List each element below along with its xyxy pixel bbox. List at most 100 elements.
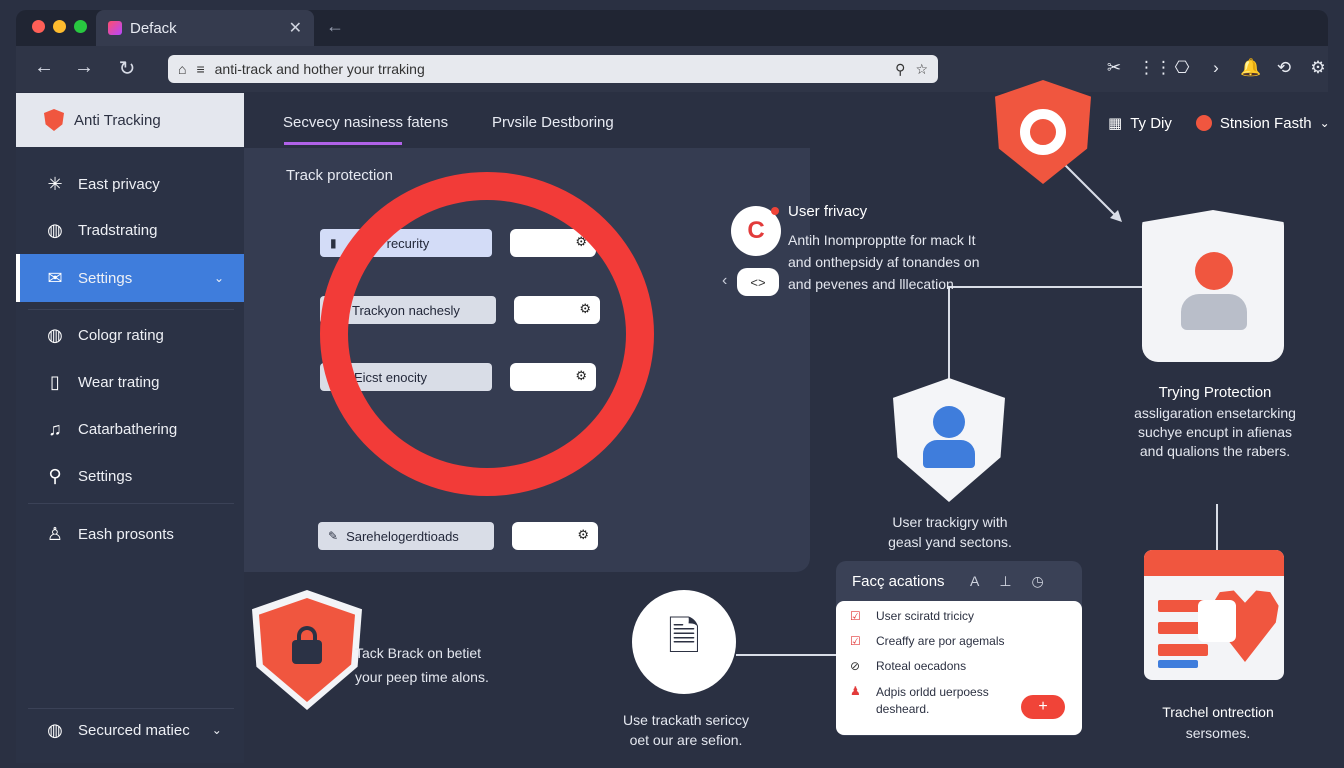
active-tab-indicator xyxy=(284,142,402,145)
shield-icon xyxy=(44,109,64,131)
sidebar-footer-select[interactable]: ◍ Securced matiec ⌄ xyxy=(16,706,244,754)
chevron-left-icon[interactable]: ‹ xyxy=(722,272,727,290)
sidebar-divider xyxy=(28,309,234,310)
url-text[interactable]: anti-track and hother your trraking xyxy=(215,61,886,77)
sync-icon[interactable]: ⟲ xyxy=(1274,58,1294,78)
tab-back-icon[interactable]: ← xyxy=(326,16,344,37)
window-controls xyxy=(32,20,87,33)
privacy-title: User frivacy xyxy=(788,203,868,220)
status-dot-icon xyxy=(1195,115,1212,131)
sidebar-item-settings-active[interactable]: ✉ Settings ⌄ xyxy=(16,254,244,302)
user-tracking-caption: User trackigry with geasl yand sectons. xyxy=(860,512,1040,552)
home-icon[interactable]: ⌂ xyxy=(178,61,186,77)
gear-icon: ⚙ xyxy=(577,527,589,542)
star-icon[interactable]: ☆ xyxy=(915,61,928,78)
browser-tab[interactable]: Defack ✕ xyxy=(96,10,314,46)
close-window-button[interactable] xyxy=(32,20,45,33)
tab-security-features[interactable]: Secvecy nasiness fatens xyxy=(283,114,448,131)
sidebar-item-label: Cologr rating xyxy=(78,326,164,344)
scissors-icon[interactable]: ✂ xyxy=(1104,58,1124,78)
privacy-line: and onthepsidy af tonandes on xyxy=(788,254,980,270)
sidebar-footer-label: Securced matiec xyxy=(78,721,190,739)
chevron-down-icon[interactable]: ⌄ xyxy=(1320,116,1330,130)
list-item[interactable]: ☑ User sciratd tricicy xyxy=(850,609,1068,634)
list-item-label: Creaffy are por agemals xyxy=(876,634,1005,648)
list-item[interactable]: ☑ Creaffy are por agemals xyxy=(850,634,1068,659)
caption-line: Use trackath sericcy xyxy=(622,712,750,728)
chevron-down-icon[interactable]: ⌄ xyxy=(214,271,224,285)
arrow-connector xyxy=(1063,163,1122,222)
chevron-right-icon[interactable]: › xyxy=(1206,58,1226,78)
gear-icon[interactable]: ⚙ xyxy=(1308,58,1328,78)
tab-profile-dashboard[interactable]: Prvsile Destboring xyxy=(492,114,614,131)
header-right-label[interactable]: Ty Diy xyxy=(1130,115,1172,132)
grid-icon[interactable]: ⋮⋮ xyxy=(1138,58,1172,78)
code-toggle-pill[interactable]: <> xyxy=(737,268,779,296)
user-body-icon xyxy=(923,440,975,468)
setting-row-downloads: ✎ Sarehelogerdtioads ⚙ xyxy=(318,522,598,550)
back-button[interactable]: ← xyxy=(31,56,57,79)
checkbox-icon[interactable]: ☑ xyxy=(850,609,864,623)
flag-icon: ▮ xyxy=(330,236,337,250)
person-icon: ♙ xyxy=(46,523,64,544)
session-select[interactable]: Stnsion Fasth xyxy=(1220,115,1312,132)
clock-icon[interactable]: ◷ xyxy=(1032,573,1044,590)
magnifier-icon: ⚲ xyxy=(48,465,62,486)
tracker-card-header xyxy=(1144,550,1284,576)
avatar-head-icon xyxy=(1195,252,1233,290)
tracker-caption-title: Trachel ontrection xyxy=(1162,704,1274,720)
trying-line: suchye encupt in afienas xyxy=(1137,424,1293,440)
sidebar-item-tradstrating[interactable]: ◍ Tradstrating xyxy=(16,206,244,254)
field-label: Sarehelogerdtioads xyxy=(346,528,459,544)
sidebar-item-label: Wear trating xyxy=(78,373,160,391)
sidebar-item-catarbathering[interactable]: ♫ Catarbathering xyxy=(16,405,244,453)
caption-line: Tack Brack on betiet xyxy=(355,645,482,661)
list-item-line: desheard. xyxy=(876,702,930,716)
bag-icon[interactable]: ⎔ xyxy=(1172,58,1192,78)
connector-line xyxy=(1216,504,1218,550)
sidebar-item-east-privacy[interactable]: ✳ East privacy xyxy=(16,160,244,208)
share-icon[interactable]: ⚲ xyxy=(895,61,905,78)
maximize-window-button[interactable] xyxy=(74,20,87,33)
sidebar-header[interactable]: Anti Tracking xyxy=(16,93,244,147)
tab-close-icon[interactable]: ✕ xyxy=(289,18,302,38)
document-caption: Use trackath sericcy oet our are sefion. xyxy=(596,710,776,750)
caption-line: your peep time alons. xyxy=(355,669,489,685)
connector-line xyxy=(948,286,950,382)
caption-line: oet our are sefion. xyxy=(629,732,743,748)
sidebar-item-cologr-rating[interactable]: ◍ Cologr rating xyxy=(16,311,244,359)
add-button[interactable]: + xyxy=(1021,695,1065,719)
header-right: ▦ Ty Diy Stnsion Fasth ⌄ xyxy=(1108,114,1330,133)
checkbox-icon[interactable]: ☑ xyxy=(850,634,864,648)
bell-icon[interactable]: 🔔 xyxy=(1240,58,1261,78)
forward-button[interactable]: → xyxy=(71,56,97,79)
list-item-line: Adpis orldd uerpoess xyxy=(876,685,989,699)
sidebar-divider xyxy=(28,503,234,504)
grid-icon: ▦ xyxy=(1108,115,1123,132)
pencil-icon: ✎ xyxy=(328,529,339,543)
chevron-down-icon[interactable]: ⌄ xyxy=(212,723,222,737)
trying-title: Trying Protection xyxy=(1158,384,1272,401)
url-bar[interactable]: ⌂ ≡ anti-track and hother your trraking … xyxy=(168,55,938,83)
downloads-toggle[interactable]: ⚙ xyxy=(512,522,598,550)
minimize-window-button[interactable] xyxy=(53,20,66,33)
tab-title: Defack xyxy=(130,19,177,37)
downloads-field[interactable]: ✎ Sarehelogerdtioads xyxy=(318,522,494,550)
privacy-line: and pevenes and lllecation xyxy=(788,276,954,292)
tracker-caption: Trachel ontrection sersomes. xyxy=(1130,702,1306,744)
sidebar-item-eash-prosonts[interactable]: ♙ Eash prosonts xyxy=(16,510,244,558)
globe-icon: ◍ xyxy=(47,719,63,740)
menu-icon: ≡ xyxy=(196,61,205,77)
sidebar-item-settings[interactable]: ⚲ Settings xyxy=(16,452,244,500)
caption-line: User trackigry with xyxy=(892,514,1008,530)
sidebar-item-wear-trating[interactable]: ▯ Wear trating xyxy=(16,358,244,406)
connector-line xyxy=(736,654,836,656)
list-item[interactable]: ⊘ Roteal oecadons xyxy=(850,659,1068,684)
pin-icon[interactable]: ⊥ xyxy=(999,573,1011,590)
avatar-body-icon xyxy=(1181,294,1247,330)
sparkle-icon: ✳ xyxy=(47,173,63,194)
font-icon[interactable]: A xyxy=(970,573,979,590)
globe-icon: ◍ xyxy=(47,219,63,240)
user-head-icon xyxy=(933,406,965,438)
reload-button[interactable]: ↻ xyxy=(114,56,140,81)
